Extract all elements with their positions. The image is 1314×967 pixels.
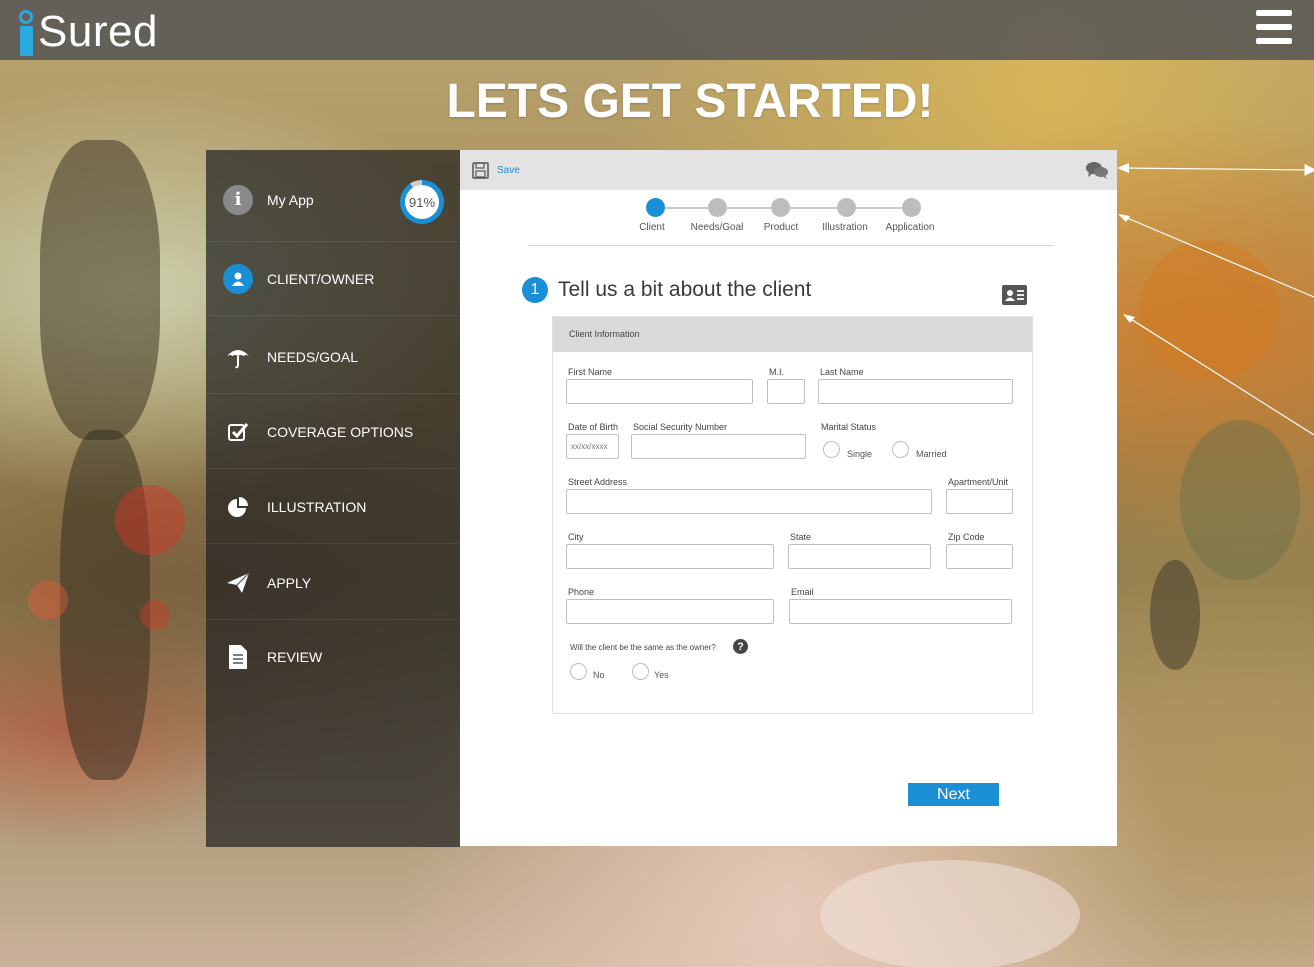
dob-label: Date of Birth (568, 422, 619, 432)
sidebar-item-label: NEEDS/GOAL (267, 348, 359, 365)
help-icon[interactable]: ? (733, 639, 748, 654)
save-button[interactable]: Save (472, 162, 520, 179)
sidebar: i My App 91% CLIENT/OWNER NEEDS/GOAL COV… (206, 150, 460, 847)
email-field[interactable] (789, 599, 1012, 624)
sidebar-item-illustration[interactable]: ILLUSTRATION (206, 470, 460, 544)
marital-married-radio[interactable] (892, 441, 909, 458)
sidebar-item-label: CLIENT/OWNER (267, 270, 375, 287)
step-dot-client[interactable] (646, 198, 665, 217)
floppy-disk-icon (472, 162, 489, 179)
section-number-badge: 1 (522, 277, 548, 303)
last-name-field[interactable] (818, 379, 1013, 404)
top-bar: Sured (0, 0, 1314, 60)
panel-toolbar: Save (460, 150, 1117, 190)
same-owner-yes-radio[interactable] (632, 663, 649, 680)
annotation-arrowhead-1 (1117, 163, 1129, 173)
divider (528, 245, 1054, 246)
sidebar-item-label: ILLUSTRATION (267, 498, 367, 515)
card-header-title: Client Information (569, 329, 640, 339)
marital-married-label: Married (916, 449, 947, 459)
section-title-text: Tell us a bit about the client (558, 278, 812, 301)
mi-field[interactable] (767, 379, 805, 404)
sidebar-item-coverage-options[interactable]: COVERAGE OPTIONS (206, 395, 460, 469)
ssn-label: Social Security Number (633, 422, 728, 432)
page-title: LETS GET STARTED! (446, 75, 934, 128)
progress-ring: 91% (400, 180, 444, 224)
client-information-card: Client Information First Name M.I. Last … (552, 316, 1033, 714)
same-owner-question: Will the client be the same as the owner… (570, 643, 716, 652)
step-dot-illustration[interactable] (837, 198, 856, 217)
phone-label: Phone (568, 587, 595, 597)
save-label: Save (497, 165, 520, 176)
progress-stepper: Client Needs/Goal Product Illustration A… (460, 190, 1117, 246)
ssn-field[interactable] (631, 434, 806, 459)
sidebar-item-label: My App (267, 191, 314, 208)
section-title: 1 Tell us a bit about the client (522, 277, 811, 303)
apartment-unit-field[interactable] (946, 489, 1013, 514)
pie-chart-icon (222, 491, 254, 523)
main-panel: Save Client Needs/Goal Product Illustrat… (460, 150, 1117, 846)
zip-code-field[interactable] (946, 544, 1013, 569)
user-icon (222, 263, 254, 295)
mi-label: M.I. (769, 367, 784, 377)
app-logo[interactable]: Sured (16, 4, 158, 56)
sidebar-item-apply[interactable]: APPLY (206, 546, 460, 620)
sidebar-item-label: REVIEW (267, 649, 323, 665)
step-dot-needs-goal[interactable] (708, 198, 727, 217)
city-label: City (568, 532, 584, 542)
card-header: Client Information (553, 317, 1032, 352)
annotation-arrow-1 (1119, 163, 1314, 176)
zip-code-label: Zip Code (948, 532, 985, 542)
progress-label: 91% (405, 185, 439, 219)
next-button[interactable]: Next (908, 783, 999, 806)
first-name-label: First Name (568, 367, 613, 377)
same-owner-no-radio[interactable] (570, 663, 587, 680)
step-label-application: Application (885, 222, 935, 233)
umbrella-icon (222, 341, 254, 373)
sidebar-item-label: APPLY (267, 574, 312, 591)
city-field[interactable] (566, 544, 774, 569)
sidebar-item-client-owner[interactable]: CLIENT/OWNER (206, 242, 460, 316)
step-dot-application[interactable] (902, 198, 921, 217)
last-name-label: Last Name (820, 367, 864, 377)
marital-status-label: Marital Status (821, 422, 877, 432)
sidebar-item-review[interactable]: REVIEW (206, 620, 460, 694)
apartment-unit-label: Apartment/Unit (948, 477, 1009, 487)
logo-text: Sured (38, 7, 158, 56)
street-address-label: Street Address (568, 477, 628, 487)
info-icon: i (222, 184, 254, 216)
annotation-arrowhead-3 (1123, 314, 1135, 323)
document-icon (222, 641, 254, 673)
street-address-field[interactable] (566, 489, 932, 514)
step-dot-product[interactable] (771, 198, 790, 217)
same-owner-yes-label: Yes (654, 670, 669, 680)
hamburger-menu-icon[interactable] (1256, 10, 1292, 44)
marital-single-radio[interactable] (823, 441, 840, 458)
dob-field[interactable] (566, 434, 619, 459)
sidebar-item-my-app[interactable]: i My App 91% (206, 158, 460, 242)
paper-plane-icon (222, 567, 254, 599)
phone-field[interactable] (566, 599, 774, 624)
sidebar-item-needs-goal[interactable]: NEEDS/GOAL (206, 320, 460, 394)
checkbox-icon (222, 416, 254, 448)
sidebar-item-label: COVERAGE OPTIONS (267, 423, 414, 440)
state-field[interactable] (788, 544, 931, 569)
first-name-field[interactable] (566, 379, 753, 404)
marital-single-label: Single (847, 449, 873, 459)
state-label: State (790, 532, 812, 542)
annotation-arrowhead-2 (1118, 214, 1130, 222)
email-label: Email (791, 587, 814, 597)
chat-bubbles-icon[interactable] (1085, 160, 1109, 180)
contact-card-icon[interactable] (1002, 285, 1027, 305)
logo-i-icon (16, 8, 38, 56)
same-owner-no-label: No (593, 670, 605, 680)
